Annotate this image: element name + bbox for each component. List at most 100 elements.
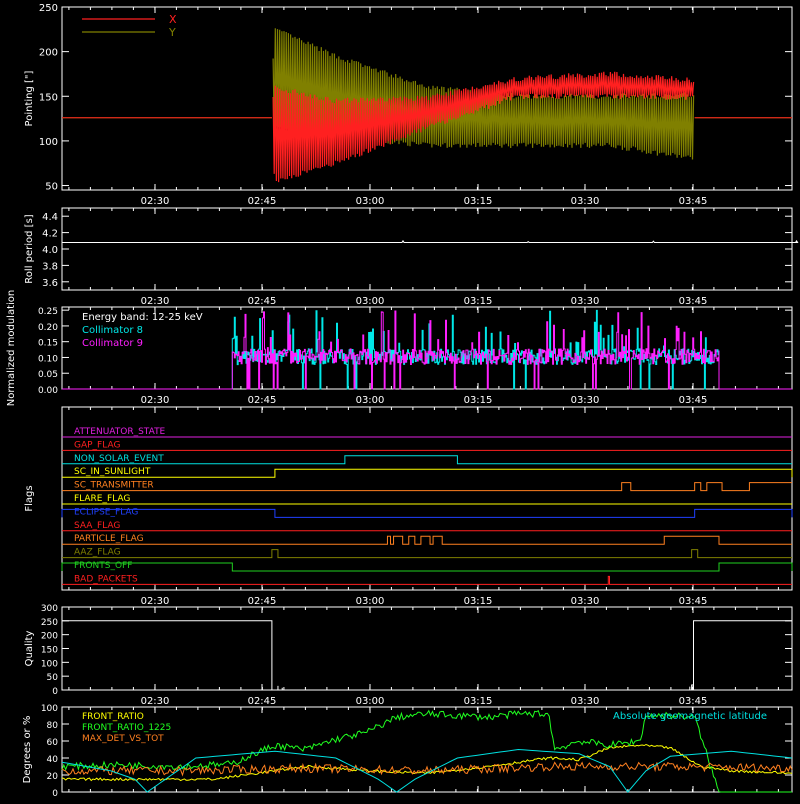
y-axis-label: Roll period [s]	[24, 214, 35, 283]
flag-label-non-solar-event: NON_SOLAR_EVENT	[74, 454, 164, 464]
x-tick-label: 02:45	[248, 696, 277, 707]
y-tick-label: 250	[39, 3, 58, 14]
y-tick-label: 0.00	[38, 386, 58, 396]
y-tick-label: 0.10	[38, 354, 58, 364]
x-tick-label: 03:45	[679, 196, 708, 207]
y-tick-label: 4.4	[42, 212, 58, 223]
x-tick-label: 02:30	[141, 296, 170, 307]
flag-label-saa-flag: SAA_FLAG	[74, 521, 120, 531]
x-tick-label: 03:30	[571, 696, 600, 707]
x-tick-label: 03:30	[571, 296, 600, 307]
y-axis-label: Normalized modulation	[6, 290, 17, 407]
y-tick-label: 200	[41, 632, 58, 642]
y-tick-label: 4.0	[42, 245, 58, 256]
y-tick-label: 250	[41, 618, 58, 628]
y-tick-label: 20	[47, 772, 59, 782]
y-tick-label: 100	[41, 659, 58, 669]
x-tick-label: 02:45	[248, 296, 277, 307]
series-absolute-geomagnetic-latitude-line	[61, 748, 793, 793]
flag-label-gap-flag: GAP_FLAG	[74, 440, 120, 450]
y-axis-label: Degrees or %	[22, 716, 33, 784]
y-tick-label: 0	[52, 687, 58, 697]
flag-trace-eclipse-flag	[61, 508, 793, 518]
x-tick-label: 03:45	[679, 696, 708, 707]
flag-label-attenuator-state: ATTENUATOR_STATE	[74, 427, 166, 437]
x-tick-label: 02:45	[248, 395, 277, 406]
y-tick-label: 300	[41, 604, 58, 614]
legend-label-front-ratio: FRONT_RATIO	[82, 712, 144, 722]
x-tick-label: 02:30	[141, 395, 170, 406]
legend-label-front-ratio-1225: FRONT_RATIO_1225	[82, 723, 171, 733]
legend-label-x: X	[169, 13, 177, 26]
figure-canvas: 02:30 02:45 03:00 03:15 03:30 03:45 Pointing […	[6, 3, 799, 799]
quality-line	[62, 620, 792, 691]
x-tick-label: 03:30	[571, 596, 600, 607]
x-tick-label: 02:30	[141, 596, 170, 607]
flag-trace-bad-packets	[62, 575, 792, 585]
y-tick-label: 0.25	[38, 307, 58, 317]
y-tick-label: 0.15	[38, 339, 58, 349]
y-tick-label: 150	[41, 646, 58, 656]
y-tick-label: 0.20	[38, 323, 58, 333]
x-tick-label: 03:15	[464, 696, 493, 707]
y-tick-label: 150	[39, 92, 58, 103]
y-tick-label: 50	[45, 182, 58, 193]
flag-label-sc-in-sunlight: SC_IN_SUNLIGHT	[74, 467, 151, 477]
flag-trace-aaz-flag	[62, 549, 792, 559]
y-axis-label: Quality	[24, 631, 35, 667]
flag-label-sc-transmitter: SC_TRANSMITTER	[74, 481, 154, 491]
y-tick-label: 40	[47, 755, 59, 765]
y-tick-label: 200	[39, 48, 58, 59]
series-front-ratio-1225-line	[61, 709, 792, 793]
x-tick-label: 03:00	[356, 395, 385, 406]
legend-label-collimator-8: Collimator 8	[82, 325, 143, 336]
panel-frame	[61, 207, 793, 291]
x-tick-label: 03:00	[356, 696, 385, 707]
x-tick-label: 02:45	[248, 596, 277, 607]
y-tick-label: 0.05	[38, 370, 58, 380]
y-tick-label: 100	[39, 137, 58, 148]
roll-period-line	[62, 239, 799, 243]
legend-label-y: Y	[168, 26, 176, 39]
x-tick-label: 02:30	[141, 696, 170, 707]
x-tick-label: 03:00	[356, 596, 385, 607]
y-axis-label: Flags	[24, 485, 35, 511]
y-tick-label: 3.6	[42, 278, 58, 289]
y-tick-label: 60	[47, 738, 59, 748]
geomagnetic-latitude-annotation: Absolute geomagnetic latitude	[613, 711, 767, 722]
energy-band-annotation: Energy band: 12-25 keV	[82, 312, 203, 323]
x-tick-label: 03:15	[464, 296, 493, 307]
quicklook-figure: 02:30 02:45 03:00 03:15 03:30 03:45 Pointing […	[0, 0, 800, 800]
flag-label-flare-flag: FLARE_FLAG	[74, 494, 130, 504]
x-tick-label: 03:45	[679, 395, 708, 406]
y-tick-label: 50	[47, 673, 59, 683]
flag-trace-sc-transmitter	[62, 482, 792, 492]
y-tick-label: 100	[41, 704, 58, 714]
y-tick-label: 4.2	[42, 229, 58, 240]
flag-trace-particle-flag	[62, 535, 792, 545]
x-tick-label: 03:30	[571, 196, 600, 207]
x-tick-label: 03:45	[679, 596, 708, 607]
legend-label-max-det-vs-tot: MAX_DET_VS_TOT	[82, 734, 164, 744]
y-tick-label: 80	[47, 721, 59, 731]
x-tick-label: 02:45	[248, 196, 277, 207]
y-tick-label: 0	[52, 789, 58, 799]
x-tick-label: 03:15	[464, 395, 493, 406]
legend-label-collimator-9: Collimator 9	[82, 338, 143, 349]
x-tick-label: 03:00	[356, 196, 385, 207]
x-tick-label: 03:00	[356, 296, 385, 307]
flag-trace-fronts-off	[61, 562, 793, 572]
flag-label-aaz-flag: AAZ_FLAG	[74, 548, 121, 558]
flag-trace-non-solar-event	[62, 455, 792, 465]
y-tick-label: 3.8	[42, 261, 58, 272]
x-tick-label: 02:30	[141, 196, 170, 207]
panel-frame	[61, 606, 793, 691]
x-tick-label: 03:15	[464, 596, 493, 607]
flag-label-particle-flag: PARTICLE_FLAG	[74, 534, 144, 544]
x-tick-label: 03:15	[464, 196, 493, 207]
y-axis-label: Pointing ["]	[24, 70, 35, 126]
x-tick-label: 03:30	[571, 395, 600, 406]
x-tick-label: 03:45	[679, 296, 708, 307]
flag-label-bad-packets: BAD_PACKETS	[74, 574, 138, 584]
flag-trace-sc-in-sunlight	[62, 468, 793, 478]
